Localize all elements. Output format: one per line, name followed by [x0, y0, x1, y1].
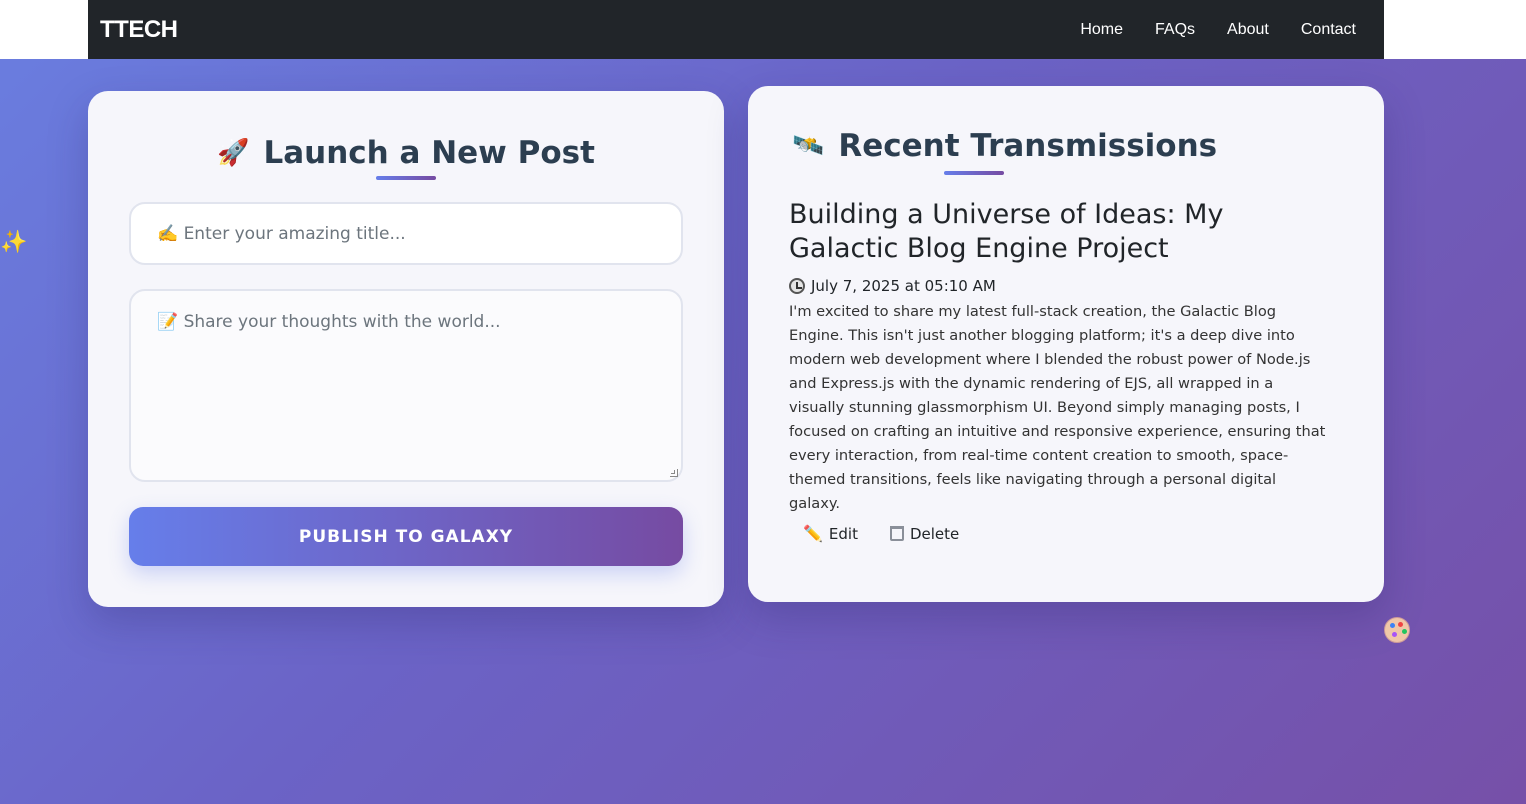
- nav-contact[interactable]: Contact: [1301, 21, 1356, 39]
- recent-posts-heading: 🛰️ Recent Transmissions: [792, 128, 1217, 164]
- navbar: TTECH Home FAQs About Contact: [88, 0, 1384, 59]
- palette-icon: [1384, 617, 1410, 643]
- edit-button[interactable]: ✏️ Edit: [803, 524, 858, 543]
- new-post-title: Launch a New Post: [263, 135, 595, 171]
- new-post-card: 🚀 Launch a New Post ✍️ Enter your amazin…: [88, 91, 724, 607]
- publish-button[interactable]: PUBLISH TO GALAXY: [129, 507, 683, 566]
- recent-posts-title: Recent Transmissions: [838, 128, 1218, 164]
- post-actions: ✏️ Edit Delete: [789, 524, 1329, 543]
- brand-logo[interactable]: TTECH: [100, 16, 178, 44]
- trash-icon: [889, 526, 904, 541]
- title-placeholder: ✍️ Enter your amazing title...: [157, 223, 406, 244]
- nav-links: Home FAQs About Contact: [1080, 21, 1356, 39]
- post-body: I'm excited to share my latest full-stac…: [789, 303, 1326, 512]
- delete-button[interactable]: Delete: [889, 524, 960, 543]
- recent-posts-card: 🛰️ Recent Transmissions Building a Unive…: [748, 86, 1384, 602]
- body-placeholder: 📝 Share your thoughts with the world...: [157, 312, 501, 332]
- heading-underline: [376, 176, 436, 180]
- pencil-icon: ✏️: [803, 524, 823, 543]
- heading-underline: [944, 171, 1004, 175]
- rocket-icon: 🚀: [217, 138, 250, 168]
- resize-handle[interactable]: [670, 469, 678, 477]
- new-post-heading: 🚀 Launch a New Post: [88, 135, 724, 171]
- post-date-text: July 7, 2025 at 05:10 AM: [811, 277, 996, 295]
- nav-home[interactable]: Home: [1080, 21, 1123, 39]
- post-body-textarea[interactable]: 📝 Share your thoughts with the world...: [129, 289, 683, 482]
- edit-label: Edit: [828, 524, 858, 543]
- nav-about[interactable]: About: [1227, 21, 1269, 39]
- post-title[interactable]: Building a Universe of Ideas: My Galacti…: [789, 198, 1329, 266]
- post-title-input[interactable]: ✍️ Enter your amazing title...: [129, 202, 683, 265]
- post-date: July 7, 2025 at 05:10 AM: [789, 277, 1329, 295]
- clock-icon: [789, 278, 805, 294]
- satellite-icon: 🛰️: [792, 131, 825, 161]
- delete-label: Delete: [909, 524, 960, 543]
- nav-faqs[interactable]: FAQs: [1155, 21, 1195, 39]
- sparkle-icon: ✨: [0, 230, 28, 255]
- post-item: Building a Universe of Ideas: My Galacti…: [789, 198, 1329, 543]
